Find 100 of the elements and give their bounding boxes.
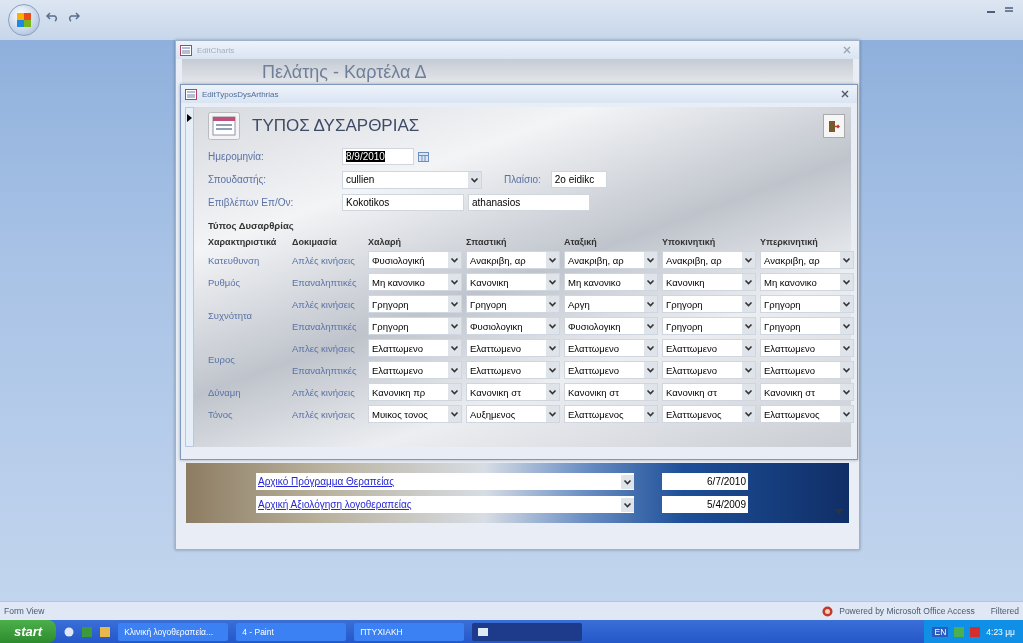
rating-combo[interactable]: Φυσιολογική [368, 251, 462, 269]
form-logo-icon [208, 112, 240, 140]
rating-combo[interactable]: Ανακριβη, αρ [760, 251, 854, 269]
rating-combo[interactable]: Κανονικη [466, 273, 560, 291]
field-label: Σπουδαστής: [208, 174, 268, 185]
rating-combo[interactable]: Μη κανονικο [368, 273, 462, 291]
rating-combo[interactable]: Αυξημενος [466, 405, 560, 423]
restore-icon[interactable] [1003, 4, 1015, 14]
quick-launch-icon[interactable] [64, 626, 75, 637]
rating-combo[interactable]: Κανονικη [662, 273, 756, 291]
rating-combo[interactable]: Ανακριβη, αρ [662, 251, 756, 269]
rating-combo[interactable]: Ελαττωμενο [466, 339, 560, 357]
date-cell: 6/7/2010 [662, 473, 748, 490]
rating-combo[interactable]: Κανονικη στ [466, 383, 560, 401]
column-header: Αταξική [564, 237, 597, 247]
window-title: EditCharts [197, 45, 235, 55]
rating-combo[interactable]: Κανονικη στ [662, 383, 756, 401]
status-text: Form View [4, 606, 45, 616]
taskbar-button[interactable]: Κλινική λογοθεραπεία... [118, 622, 229, 641]
test-label: Απλές κινήσεις [292, 386, 356, 398]
window-icon [478, 627, 489, 636]
redo-icon[interactable] [66, 10, 80, 22]
rating-combo[interactable]: Γρηγορη [466, 295, 560, 313]
rating-combo[interactable]: Ανακριβη, αρ [466, 251, 560, 269]
characteristic-label: Ευρος [208, 353, 236, 365]
rating-combo[interactable]: Ανακριβη, αρ [564, 251, 658, 269]
rating-combo[interactable]: Ελαττωμενος [760, 405, 854, 423]
rating-combo[interactable]: Γρηγορη [760, 317, 854, 335]
supervisor-name-field[interactable]: athanasios [468, 194, 590, 211]
rating-combo[interactable]: Φυσιολογικη [564, 317, 658, 335]
rating-combo[interactable]: Γρηγορη [662, 295, 756, 313]
student-combo[interactable]: cullien [342, 170, 482, 189]
supervisor-name-field[interactable]: Kokotikos [342, 194, 464, 211]
language-indicator[interactable]: EN [932, 626, 949, 637]
date-value: 8/9/2010 [346, 151, 385, 162]
frame-field[interactable]: 2o eidikc [550, 171, 607, 188]
rating-combo[interactable]: Ελαττωμενο [760, 339, 854, 357]
characteristic-label: Κατευθυνση [208, 254, 261, 266]
quick-launch-icon[interactable] [100, 626, 111, 637]
calendar-icon[interactable] [418, 151, 429, 162]
powered-by-text: Powered by Microsoft Office Access [839, 606, 975, 616]
column-header: Σπαστική [466, 237, 507, 247]
form-icon [185, 88, 197, 100]
column-header: Υποκινητική [662, 237, 716, 247]
characteristic-label: Τόνος [208, 408, 234, 420]
rating-combo[interactable]: Αργη [564, 295, 658, 313]
rating-combo[interactable]: Κανονικη στ [564, 383, 658, 401]
rating-combo[interactable]: Ελαττωμενο [368, 339, 462, 357]
date-cell: 5/4/2009 [662, 496, 748, 513]
section-title: Τύπος Δυσαρθρίας [208, 220, 295, 231]
form-icon [180, 44, 192, 56]
rating-combo[interactable]: Γρηγορη [760, 295, 854, 313]
clock: 4:23 μμ [986, 626, 1015, 637]
taskbar-button[interactable]: ΠΤΥΧΙΑΚΗ [354, 622, 465, 641]
taskbar-button[interactable]: 4 - Paint [236, 622, 347, 641]
rating-combo[interactable]: Ελαττωμενο [760, 361, 854, 379]
rating-combo[interactable]: Μυικος τονος [368, 405, 462, 423]
rating-combo[interactable]: Κανονικη πρ [368, 383, 462, 401]
document-link[interactable]: Αρχικό Πρόγραμμα Θεραπείας [258, 476, 394, 487]
document-combo[interactable]: Αρχική Αξιολόγηση λογοθεραπείας [256, 496, 634, 513]
rating-combo[interactable]: Ελαττωμενο [564, 339, 658, 357]
rating-combo[interactable]: Ελαττωμενο [564, 361, 658, 379]
test-label: Απλές κινήσεις [292, 298, 356, 310]
rating-combo[interactable]: Μη κανονικο [564, 273, 658, 291]
undo-icon[interactable] [46, 10, 60, 22]
test-label: Επαναληπτικές [292, 320, 358, 332]
field-label: Πλαίσιο: [504, 174, 541, 185]
rating-combo[interactable]: Γρηγορη [662, 317, 756, 335]
taskbar-button[interactable] [472, 622, 583, 641]
document-combo[interactable]: Αρχικό Πρόγραμμα Θεραπείας [256, 473, 634, 490]
test-label: Επαναληπτικές [292, 276, 358, 288]
rating-combo[interactable]: Ελαττωμενος [564, 405, 658, 423]
rating-combo[interactable]: Γρηγορη [368, 295, 462, 313]
office-button[interactable] [8, 4, 40, 36]
rating-combo[interactable]: Ελαττωμενο [466, 361, 560, 379]
test-label: Απλές κινήσεις [292, 408, 356, 420]
date-field[interactable]: 8/9/2010 [342, 148, 414, 165]
exit-button[interactable] [823, 114, 845, 138]
column-header: Δοκιμασία [292, 237, 337, 247]
filter-status: Filtered [990, 606, 1019, 616]
rating-combo[interactable]: Κανονικη στ [760, 383, 854, 401]
form-heading: Πελάτης - Καρτέλα Δ [262, 62, 427, 82]
rating-combo[interactable]: Ελαττωμενο [368, 361, 462, 379]
current-record-icon [187, 114, 192, 122]
rating-combo[interactable]: Ελαττωμενο [662, 361, 756, 379]
column-header: Χαλαρή [368, 237, 402, 247]
rating-combo[interactable]: Γρηγορη [368, 317, 462, 335]
close-icon[interactable] [841, 90, 849, 98]
rating-combo[interactable]: Ελαττωμενος [662, 405, 756, 423]
access-logo-icon [822, 605, 834, 617]
column-header: Χαρακτηριστικά [208, 237, 277, 247]
test-label: Απλές κινήσεις [292, 254, 356, 266]
rating-combo[interactable]: Μη κανονικο [760, 273, 854, 291]
rating-combo[interactable]: Ελαττωμενο [662, 339, 756, 357]
rating-combo[interactable]: Φυσιολογικη [466, 317, 560, 335]
window-title: EditTyposDysArthrias [202, 89, 279, 99]
characteristic-label: Ρυθμός [208, 276, 242, 288]
document-link[interactable]: Αρχική Αξιολόγηση λογοθεραπείας [258, 499, 412, 510]
test-label: Απλες κινήσεις [292, 342, 356, 354]
form-heading: ΤΥΠΟΣ ΔΥΣΑΡΘΡΙΑΣ [252, 116, 420, 136]
